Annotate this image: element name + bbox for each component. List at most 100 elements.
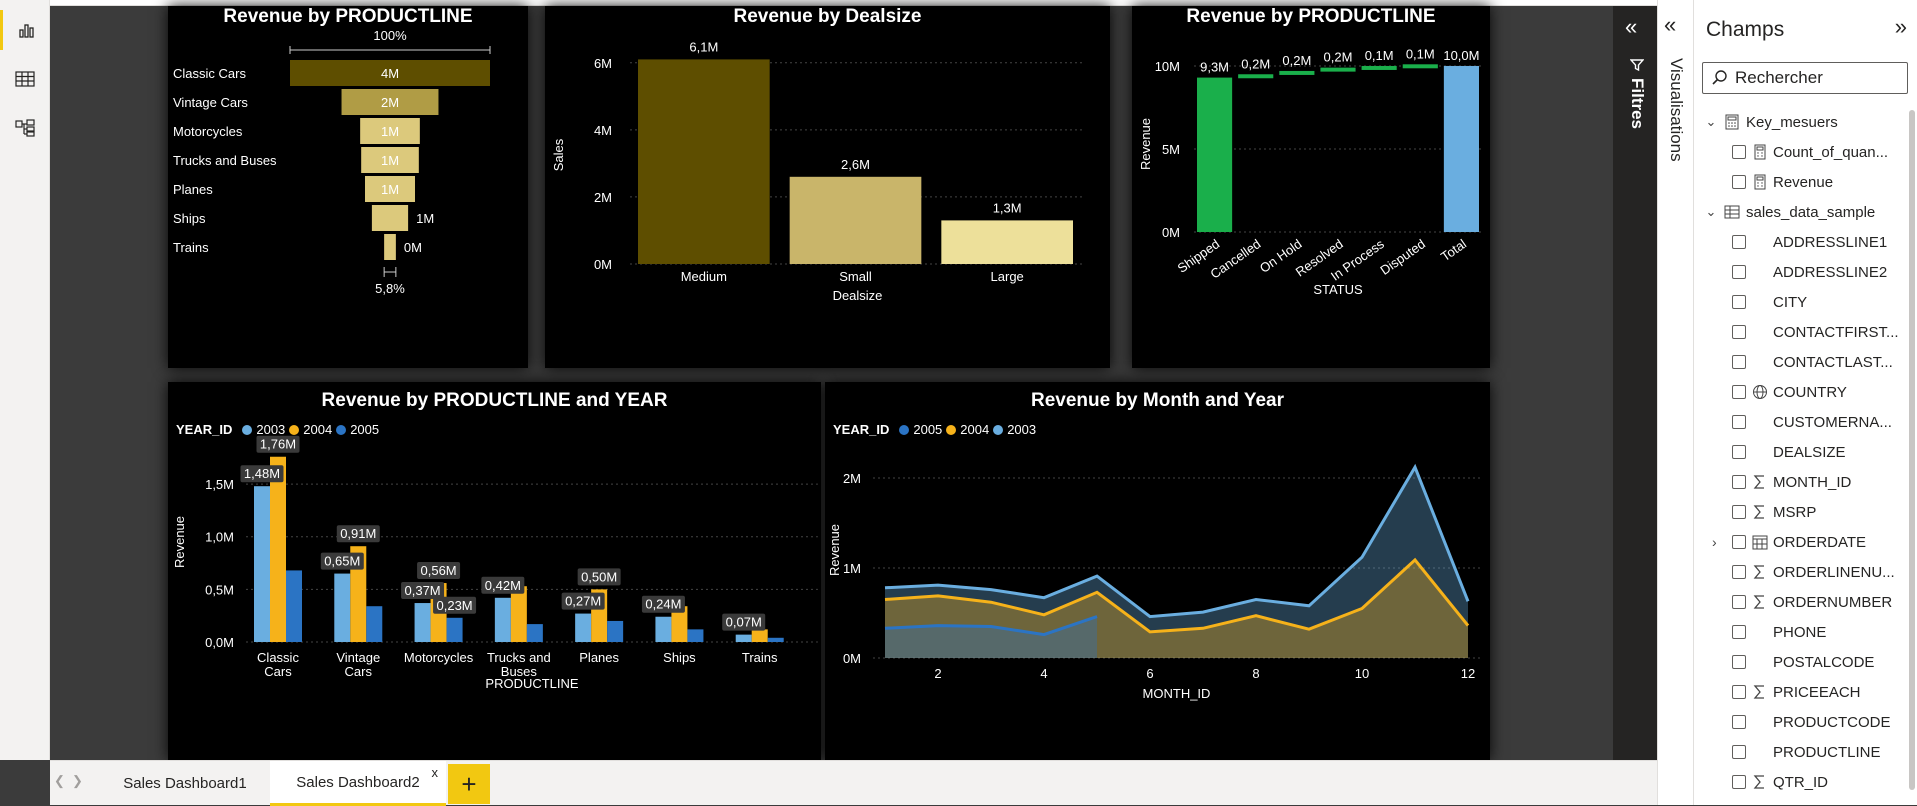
field-item[interactable]: ORDERNUMBER [1694, 587, 1917, 617]
field-checkbox[interactable] [1732, 325, 1746, 339]
add-page-button[interactable]: + [448, 764, 490, 804]
grouped-bar-2005 [767, 637, 784, 642]
filters-label-wrap[interactable]: Filtres [1627, 58, 1647, 129]
tab-sales-dashboard-2[interactable]: Sales Dashboard2 x [270, 761, 446, 806]
field-item[interactable]: CITY [1694, 287, 1917, 317]
field-checkbox[interactable] [1732, 175, 1746, 189]
dealsize-visual[interactable]: Revenue by Dealsize 0M 2M 4M 6M 6,1M Medium 2,… [545, 6, 1110, 368]
chevron-down-icon[interactable]: ⌄ [1698, 114, 1724, 130]
field-item[interactable]: POSTALCODE [1694, 647, 1917, 677]
field-checkbox[interactable] [1732, 775, 1746, 789]
field-item[interactable]: ADDRESSLINE1 [1694, 227, 1917, 257]
next-page-arrow[interactable]: ❯ [72, 773, 83, 789]
field-checkbox[interactable] [1732, 565, 1746, 579]
field-item-label: ORDERDATE [1773, 533, 1867, 551]
field-checkbox[interactable] [1732, 295, 1746, 309]
chevron-down-icon[interactable]: ⌄ [1698, 204, 1724, 220]
chevron-right-icon[interactable]: › [1712, 534, 1717, 550]
tab-sales-dashboard-1[interactable]: Sales Dashboard1 [108, 761, 262, 806]
field-checkbox[interactable] [1732, 715, 1746, 729]
expand-fields-button[interactable]: » [1895, 14, 1907, 40]
model-view-button[interactable] [0, 108, 50, 148]
field-item[interactable]: ADDRESSLINE2 [1694, 257, 1917, 287]
waterfall-data-label: 0,2M [1282, 53, 1311, 68]
close-tab-button[interactable]: x [432, 765, 439, 780]
field-checkbox[interactable] [1732, 355, 1746, 369]
calculator-table-icon [1725, 114, 1739, 130]
funnel-top-label: 100% [373, 28, 407, 43]
grouped-bar-2004 [751, 629, 768, 642]
calendar-icon [1752, 535, 1768, 550]
field-checkbox[interactable] [1732, 745, 1746, 759]
area-x-tick: 8 [1252, 666, 1259, 681]
collapse-visualizations-button[interactable]: « [1664, 12, 1676, 38]
grouped-data-label: 1,76M [260, 437, 296, 452]
grouped-x-tick: Trains [742, 650, 778, 665]
grouped-bar-visual[interactable]: Revenue by PRODUCTLINE and YEAR YEAR_ID … [168, 382, 821, 760]
waterfall-visual[interactable]: Revenue by PRODUCTLINE 0M 5M 10M 9,3M Shippe… [1132, 6, 1490, 368]
field-checkbox[interactable] [1732, 685, 1746, 699]
funnel-category-label: Motorcycles [173, 124, 243, 139]
field-checkbox[interactable] [1732, 655, 1746, 669]
field-item[interactable]: DEALSIZE [1694, 437, 1917, 467]
grouped-bar-2003 [334, 573, 351, 642]
visualizations-pane[interactable]: « Visualisations [1657, 0, 1693, 805]
field-item[interactable]: COUNTRY [1694, 377, 1917, 407]
field-table-label: sales_data_sample [1746, 203, 1876, 221]
field-item[interactable]: PRODUCTCODE [1694, 707, 1917, 737]
prev-page-arrow[interactable]: ❮ [54, 773, 65, 789]
field-item[interactable]: Count_of_quan... [1694, 137, 1917, 167]
field-item[interactable]: CUSTOMERNA... [1694, 407, 1917, 437]
field-item[interactable]: CONTACTLAST... [1694, 347, 1917, 377]
dealsize-bar [638, 59, 770, 264]
field-checkbox[interactable] [1732, 505, 1746, 519]
field-checkbox[interactable] [1732, 475, 1746, 489]
waterfall-data-label: 0,2M [1324, 50, 1353, 65]
model-icon [15, 119, 35, 137]
field-item[interactable]: MONTH_ID [1694, 467, 1917, 497]
grouped-x-tick: Classic [257, 650, 299, 665]
field-item[interactable]: QTR_ID [1694, 767, 1917, 797]
field-item[interactable]: CONTACTFIRST... [1694, 317, 1917, 347]
grouped-bar-2003 [735, 634, 752, 642]
field-table-label: Key_mesuers [1746, 113, 1838, 131]
visualizations-label[interactable]: Visualisations [1666, 58, 1686, 162]
grouped-bar-2005 [286, 570, 302, 642]
area-visual[interactable]: Revenue by Month and Year YEAR_ID 2005 2… [825, 382, 1490, 760]
data-view-button[interactable] [0, 59, 50, 99]
funnel-visual[interactable]: Revenue by PRODUCTLINE 100% Classic Cars 4… [168, 6, 528, 368]
waterfall-y-tick: 10M [1155, 59, 1180, 74]
funnel-bar [384, 234, 396, 260]
collapse-filters-button[interactable]: « [1625, 14, 1637, 40]
field-table-sales-data-sample[interactable]: ⌄ sales_data_sample [1694, 197, 1917, 227]
field-checkbox[interactable] [1732, 535, 1746, 549]
field-checkbox[interactable] [1732, 235, 1746, 249]
field-item[interactable]: PHONE [1694, 617, 1917, 647]
fields-search-input[interactable]: Rechercher [1702, 62, 1908, 94]
field-checkbox[interactable] [1732, 265, 1746, 279]
field-item[interactable]: PRICEEACH [1694, 677, 1917, 707]
field-item[interactable]: ORDERLINENU... [1694, 557, 1917, 587]
funnel-category-label: Trucks and Buses [173, 153, 277, 168]
filters-pane[interactable]: « Filtres [1613, 6, 1657, 760]
field-checkbox[interactable] [1732, 625, 1746, 639]
grouped-y-tick: 0,0M [205, 635, 234, 650]
field-item[interactable]: Revenue [1694, 167, 1917, 197]
calculator-icon [1754, 144, 1766, 160]
field-table-key-mesuers[interactable]: ⌄ Key_mesuers [1694, 107, 1917, 137]
field-checkbox[interactable] [1732, 595, 1746, 609]
grouped-data-label: 0,37M [405, 583, 441, 598]
field-item-label: ORDERNUMBER [1773, 593, 1893, 611]
field-item[interactable]: PRODUCTLINE [1694, 737, 1917, 767]
field-item[interactable]: MSRP [1694, 497, 1917, 527]
field-checkbox[interactable] [1732, 385, 1746, 399]
area-x-axis-title: MONTH_ID [1143, 686, 1211, 701]
field-item[interactable]: › ORDERDATE [1694, 527, 1917, 557]
grouped-bar-2005 [446, 617, 463, 642]
field-checkbox[interactable] [1732, 145, 1746, 159]
waterfall-data-label: 0,2M [1241, 56, 1270, 71]
report-view-button[interactable] [0, 10, 50, 50]
field-checkbox[interactable] [1732, 415, 1746, 429]
fields-scrollbar[interactable] [1909, 110, 1915, 790]
field-checkbox[interactable] [1732, 445, 1746, 459]
